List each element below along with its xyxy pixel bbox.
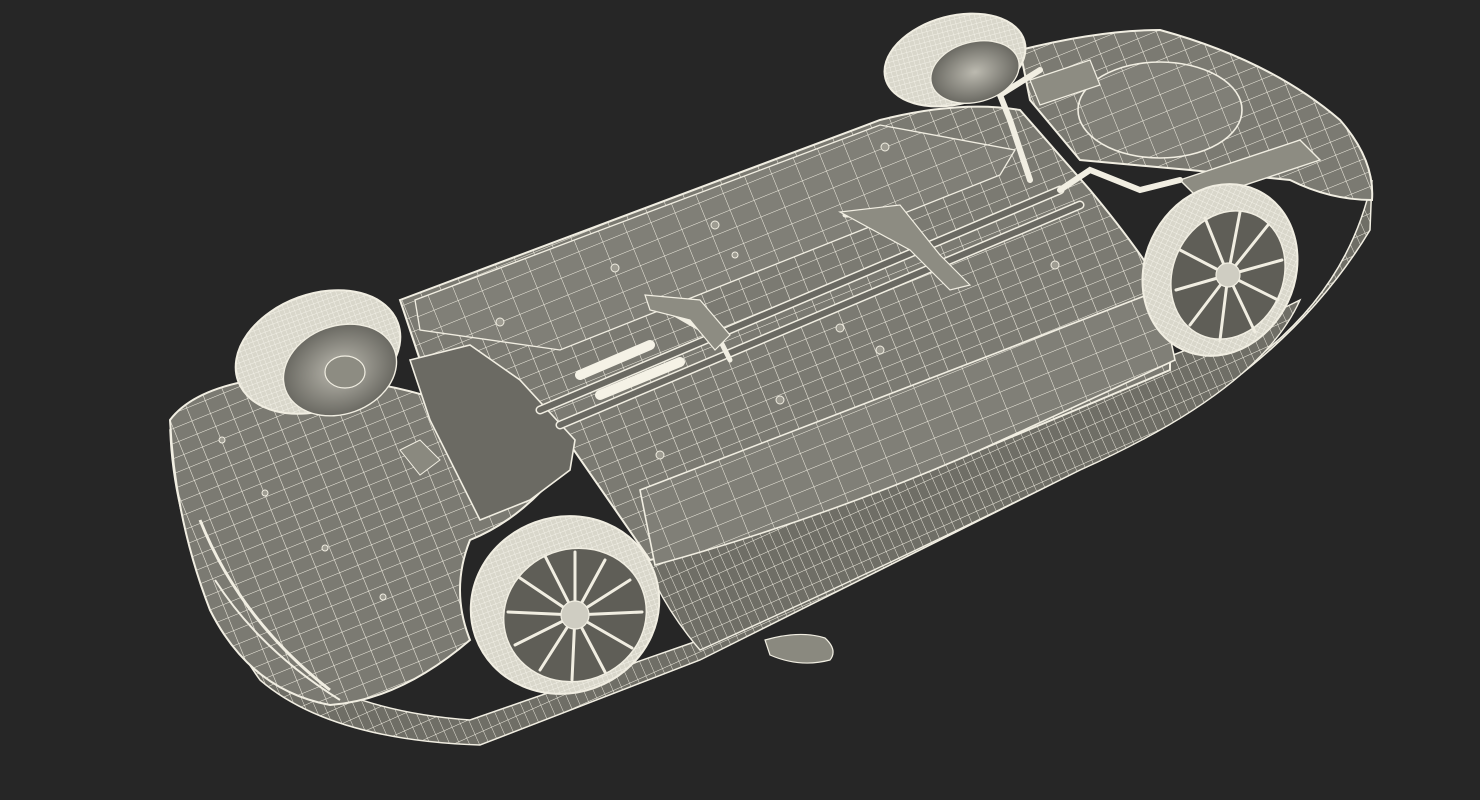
car-wireframe-render (0, 0, 1480, 800)
render-viewport (0, 0, 1480, 800)
spare-wheel-well (1077, 61, 1243, 159)
